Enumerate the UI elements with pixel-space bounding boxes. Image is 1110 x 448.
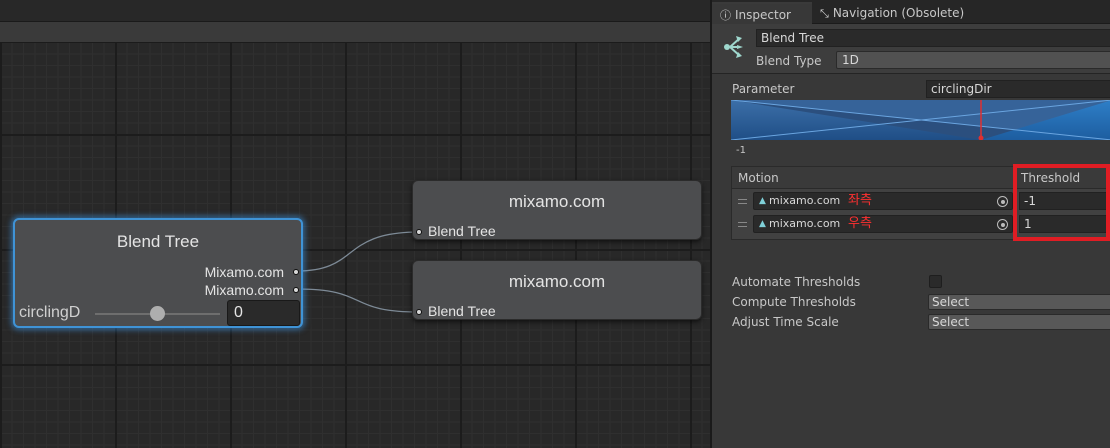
tab-inspector[interactable]: ⓘ Inspector [712,2,812,24]
animation-clip-icon: ▲ [759,219,766,229]
motion-list-header: Motion Threshold [732,167,1110,189]
tab-bar: ⓘ Inspector ⤡ Navigation (Obsolete) [712,0,1110,24]
connection-wire-1 [296,231,420,272]
parameter-slider-thumb[interactable] [150,306,165,321]
motion-clip-name: mixamo.com [769,217,841,230]
motion-list: Motion Threshold ▲ mixamo.com 좌측 -1 ▲ mi… [731,166,1110,240]
blend-tree-icon [724,36,743,58]
motion-column-header: Motion [738,171,779,185]
drag-handle-icon[interactable] [738,222,747,227]
info-icon: ⓘ [720,9,731,22]
adjust-time-scale-dropdown[interactable]: Select [928,314,1110,330]
tab-inspector-label: Inspector [735,8,791,22]
navigation-icon: ⤡ [820,7,829,20]
motion-clip-field[interactable]: ▲ mixamo.com 좌측 [753,192,1013,210]
output-port-1[interactable] [293,269,299,275]
blend-tree-node-title: Blend Tree [116,232,200,251]
parameter-label: Parameter [732,82,795,96]
motion-node-title: mixamo.com [508,272,606,291]
motion-node-title: mixamo.com [508,192,606,211]
motion-row[interactable]: ▲ mixamo.com 좌측 -1 [732,190,1110,212]
input-port[interactable] [416,309,422,315]
motion-clip-name: mixamo.com [769,194,841,207]
tab-navigation-label: Navigation (Obsolete) [832,6,965,20]
parameter-label: circlingD [19,304,81,321]
motion-clip-field[interactable]: ▲ mixamo.com 우측 [753,215,1013,233]
object-picker-icon[interactable] [997,196,1008,207]
inspector-header: Blend Tree Blend Type 1D [712,24,1110,74]
automate-thresholds-label: Automate Thresholds [732,275,861,289]
output-port-2[interactable] [293,287,299,293]
output-port-label-1: Mixamo.com [204,264,284,280]
automate-thresholds-checkbox[interactable] [929,275,942,288]
motion-annotation: 우측 [848,216,872,231]
blend-tree-node[interactable]: Blend Tree Mixamo.com Mixamo.com circlin… [13,218,303,328]
motion-annotation: 좌측 [848,193,872,208]
threshold-column-header: Threshold [1021,171,1081,185]
animation-clip-icon: ▲ [759,196,766,206]
compute-thresholds-dropdown[interactable]: Select [928,294,1110,310]
motion-node-2[interactable]: mixamo.com Blend Tree [412,260,702,320]
inspector-panel: ⓘ Inspector ⤡ Navigation (Obsolete) Blend … [710,0,1110,448]
parameter-dropdown[interactable]: circlingDir [926,80,1110,98]
input-port[interactable] [416,229,422,235]
connection-wire-2 [296,288,420,313]
animator-graph[interactable]: Blend Tree Mixamo.com Mixamo.com circlin… [0,0,710,448]
blend-type-label: Blend Type [756,54,822,68]
parameter-value-field[interactable]: 0 [227,300,300,326]
blend-weight-graph[interactable] [731,100,1110,140]
motion-node-1[interactable]: mixamo.com Blend Tree [412,180,702,240]
tab-navigation[interactable]: ⤡ Navigation (Obsolete) [812,2,972,24]
blend-tree-name-field[interactable]: Blend Tree [756,29,1110,47]
threshold-field[interactable]: -1 [1019,192,1107,210]
motion-row[interactable]: ▲ mixamo.com 우측 1 [732,213,1110,235]
blend-type-dropdown[interactable]: 1D [836,51,1110,69]
graph-min-label: -1 [736,145,746,156]
output-port-label-2: Mixamo.com [204,282,284,298]
input-port-label: Blend Tree [428,303,496,319]
threshold-field[interactable]: 1 [1019,215,1107,233]
adjust-time-scale-label: Adjust Time Scale [732,315,839,329]
drag-handle-icon[interactable] [738,199,747,204]
input-port-label: Blend Tree [428,223,496,239]
object-picker-icon[interactable] [997,219,1008,230]
compute-thresholds-label: Compute Thresholds [732,295,856,309]
